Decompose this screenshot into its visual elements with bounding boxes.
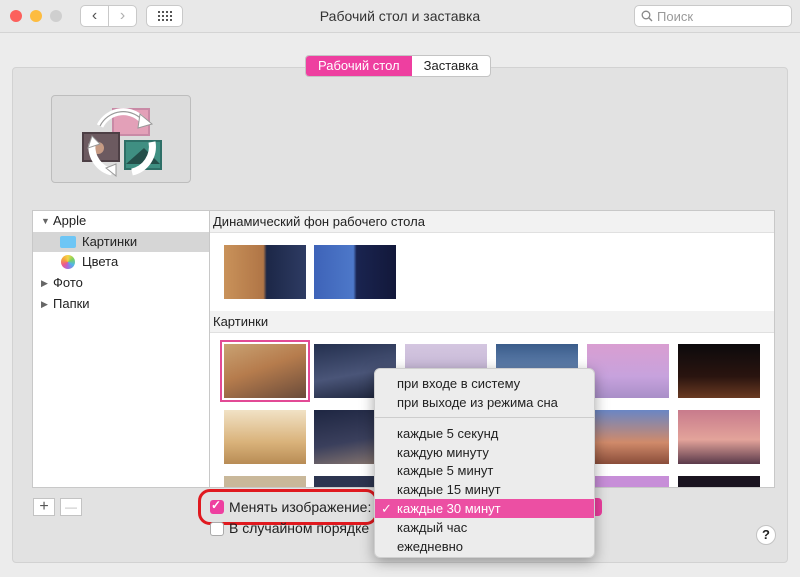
wallpaper-thumb[interactable] xyxy=(678,410,760,464)
sidebar-item-folders[interactable]: ▶ Папки xyxy=(33,294,209,314)
menu-item-daily[interactable]: ежедневно xyxy=(375,537,594,556)
sidebar-item-photos[interactable]: ▶ Фото xyxy=(33,273,209,293)
menu-item-5-minutes[interactable]: каждые 5 минут xyxy=(375,461,594,480)
section-header-dynamic: Динамический фон рабочего стола xyxy=(210,211,774,233)
sidebar-item-colors[interactable]: Цвета xyxy=(33,252,209,272)
sidebar-item-pictures[interactable]: Картинки xyxy=(33,232,209,252)
menu-item-login[interactable]: при входе в систему xyxy=(375,374,594,393)
menu-item-wake[interactable]: при выходе из режима сна xyxy=(375,393,594,412)
random-order-checkbox[interactable] xyxy=(210,522,224,536)
folder-icon xyxy=(60,236,76,248)
wallpaper-thumb[interactable] xyxy=(678,476,760,487)
disclosure-closed-icon: ▶ xyxy=(41,299,48,309)
sidebar-item-label: Apple xyxy=(53,213,87,228)
wallpaper-thumb[interactable] xyxy=(314,245,396,299)
sidebar-item-apple[interactable]: ▼ Apple xyxy=(33,211,209,231)
menu-item-30-minutes[interactable]: ✓ каждые 30 минут xyxy=(375,499,594,518)
rotating-wallpapers-icon xyxy=(82,108,162,178)
disclosure-closed-icon: ▶ xyxy=(41,278,48,288)
wallpaper-thumb[interactable] xyxy=(587,410,669,464)
search-icon xyxy=(641,10,653,22)
wallpaper-thumb[interactable] xyxy=(678,344,760,398)
wallpaper-thumb[interactable] xyxy=(224,476,306,487)
change-picture-label: Менять изображение: xyxy=(229,499,372,515)
checkmark-icon: ✓ xyxy=(211,498,222,512)
wallpaper-thumb[interactable] xyxy=(224,410,306,464)
change-picture-checkbox[interactable]: ✓ xyxy=(210,498,224,514)
tab-bar: Рабочий стол Заставка xyxy=(305,55,492,77)
menu-item-label: каждые 30 минут xyxy=(397,501,501,516)
wallpaper-thumb[interactable] xyxy=(587,344,669,398)
menu-item-1-minute[interactable]: каждую минуту xyxy=(375,443,594,462)
disclosure-open-icon: ▼ xyxy=(41,216,50,226)
menu-item-15-minutes[interactable]: каждые 15 минут xyxy=(375,480,594,499)
desktop-preview xyxy=(51,95,191,183)
sidebar-item-label: Картинки xyxy=(82,234,138,249)
menu-item-hourly[interactable]: каждый час xyxy=(375,518,594,537)
sidebar-item-label: Цвета xyxy=(82,254,119,269)
remove-folder-button[interactable]: — xyxy=(60,498,82,516)
sidebar-item-label: Фото xyxy=(53,275,83,290)
add-folder-button[interactable]: + xyxy=(33,498,55,516)
search-field[interactable]: Поиск xyxy=(634,5,792,27)
menu-item-5-seconds[interactable]: каждые 5 секунд xyxy=(375,424,594,443)
interval-menu: при входе в систему при выходе из режима… xyxy=(374,368,595,558)
wallpaper-thumb[interactable] xyxy=(224,245,306,299)
menu-separator xyxy=(375,417,594,418)
random-order-label: В случайном порядке xyxy=(229,520,370,536)
color-wheel-icon xyxy=(61,255,75,269)
wallpaper-thumb[interactable] xyxy=(587,476,669,487)
checkmark-icon: ✓ xyxy=(381,501,392,516)
tab-screensaver[interactable]: Заставка xyxy=(412,56,491,76)
help-button[interactable]: ? xyxy=(756,525,776,545)
wallpaper-thumb-selected[interactable] xyxy=(220,340,310,402)
search-placeholder: Поиск xyxy=(657,9,694,24)
sidebar-item-label: Папки xyxy=(53,296,90,311)
tab-desktop[interactable]: Рабочий стол xyxy=(306,56,412,76)
section-header-pictures: Картинки xyxy=(210,311,774,333)
source-sidebar: ▼ Apple Картинки Цвета ▶ Фото ▶ Папки xyxy=(32,210,210,488)
